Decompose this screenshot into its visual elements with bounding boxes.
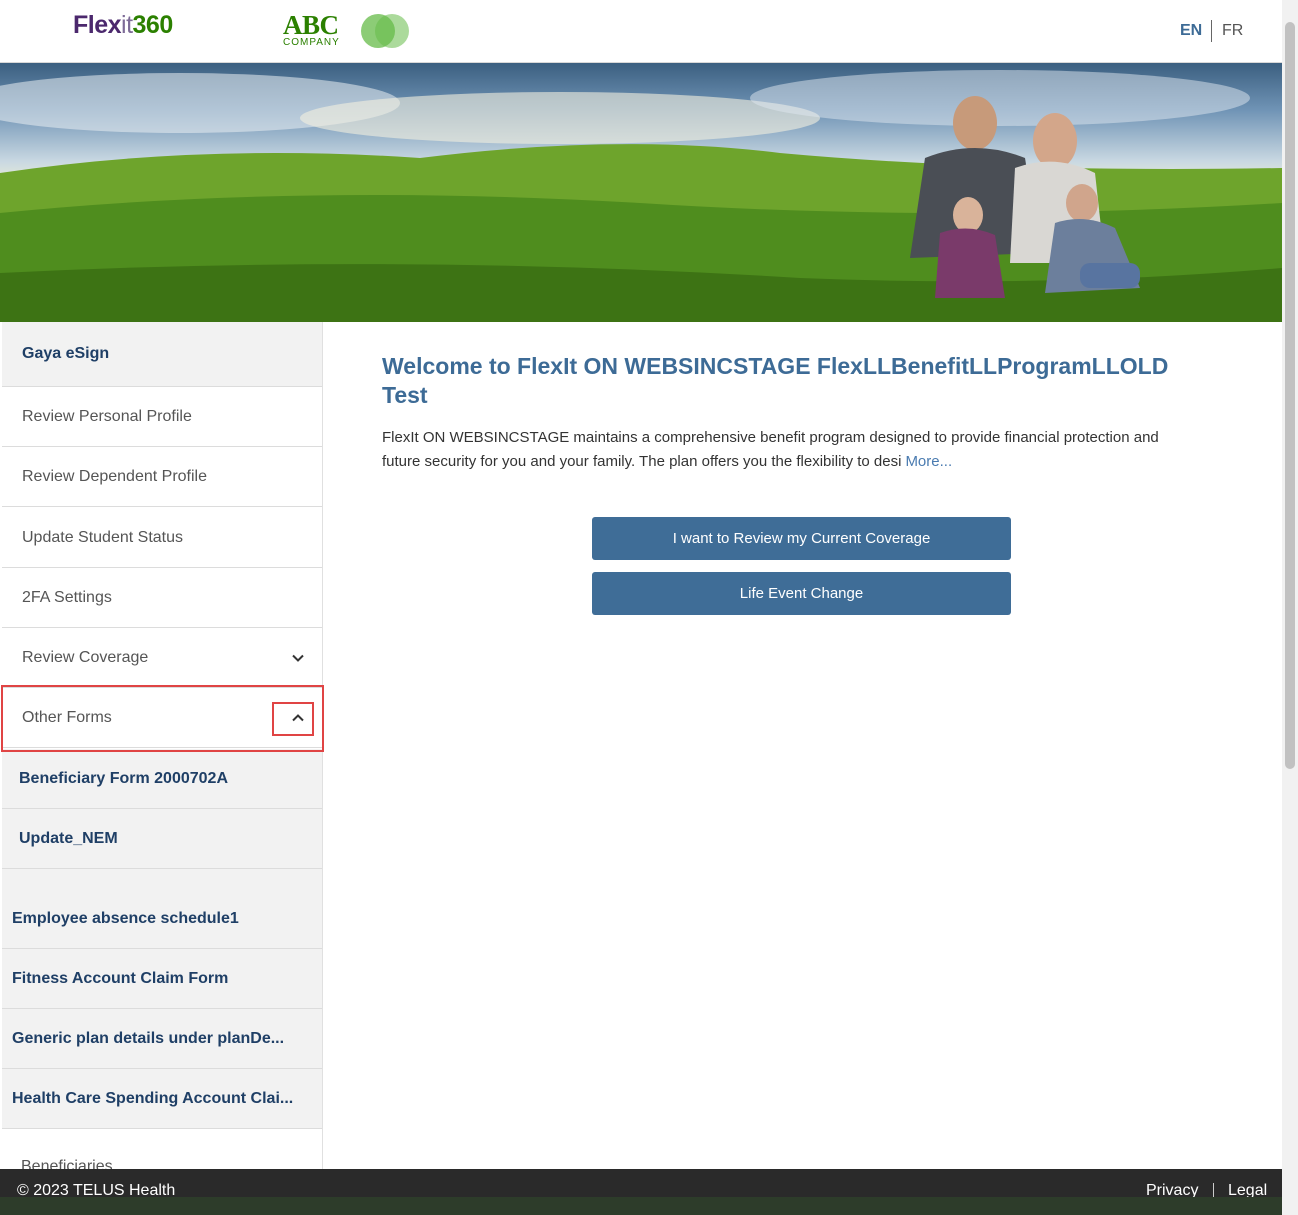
abc-company-logo: ABC COMPANY	[283, 10, 340, 48]
scrollbar-thumb[interactable]	[1285, 22, 1295, 769]
sidebar-item-2fa-settings[interactable]: 2FA Settings	[2, 568, 322, 628]
sidebar-subitem-fitness-claim[interactable]: Fitness Account Claim Form	[2, 949, 322, 1009]
highlight-box-chevron	[272, 702, 314, 736]
flexit360-logo[interactable]: Flexit360	[73, 11, 173, 40]
lang-divider	[1211, 20, 1212, 42]
footer-bottom-strip	[0, 1197, 1298, 1215]
intro-text: FlexIt ON WEBSINCSTAGE maintains a compr…	[382, 429, 1159, 470]
life-event-change-button[interactable]: Life Event Change	[592, 572, 1011, 615]
footer-divider	[1213, 1183, 1214, 1197]
sidebar-subitem-beneficiary-form[interactable]: Beneficiary Form 2000702A	[2, 749, 322, 809]
abc-logo-circles-icon	[361, 14, 409, 48]
sidebar-spacer	[2, 869, 322, 879]
sidebar-item-review-personal-profile[interactable]: Review Personal Profile	[2, 387, 322, 447]
site-header: Flexit360 ABC COMPANY EN FR	[0, 0, 1282, 63]
sidebar-subitem-employee-absence[interactable]: Employee absence schedule1	[2, 879, 322, 949]
sidebar-subitem-update-nem[interactable]: Update_NEM	[2, 809, 322, 869]
page-title: Welcome to FlexIt ON WEBSINCSTAGE FlexLL…	[382, 353, 1169, 408]
lang-fr-link[interactable]: FR	[1222, 22, 1243, 40]
sidebar-subitem-generic-plan-details[interactable]: Generic plan details under planDe...	[2, 1009, 322, 1069]
sidebar-item-review-dependent-profile[interactable]: Review Dependent Profile	[2, 447, 322, 507]
sidebar-item-update-student-status[interactable]: Update Student Status	[2, 508, 322, 568]
site-footer: © 2023 TELUS Health Privacy Legal	[0, 1169, 1282, 1199]
lang-en-link[interactable]: EN	[1180, 22, 1202, 40]
main-content: Welcome to FlexIt ON WEBSINCSTAGE FlexLL…	[382, 352, 1202, 474]
sidebar-item-gaya-esign[interactable]: Gaya eSign	[2, 322, 322, 387]
sidebar-item-review-coverage[interactable]: Review Coverage	[2, 628, 322, 688]
sidebar-subitem-health-care-spending[interactable]: Health Care Spending Account Clai...	[2, 1069, 322, 1129]
hero-banner-image	[0, 63, 1282, 322]
chevron-down-icon[interactable]	[292, 652, 304, 664]
review-coverage-button[interactable]: I want to Review my Current Coverage	[592, 517, 1011, 560]
more-link[interactable]: More...	[905, 453, 952, 470]
